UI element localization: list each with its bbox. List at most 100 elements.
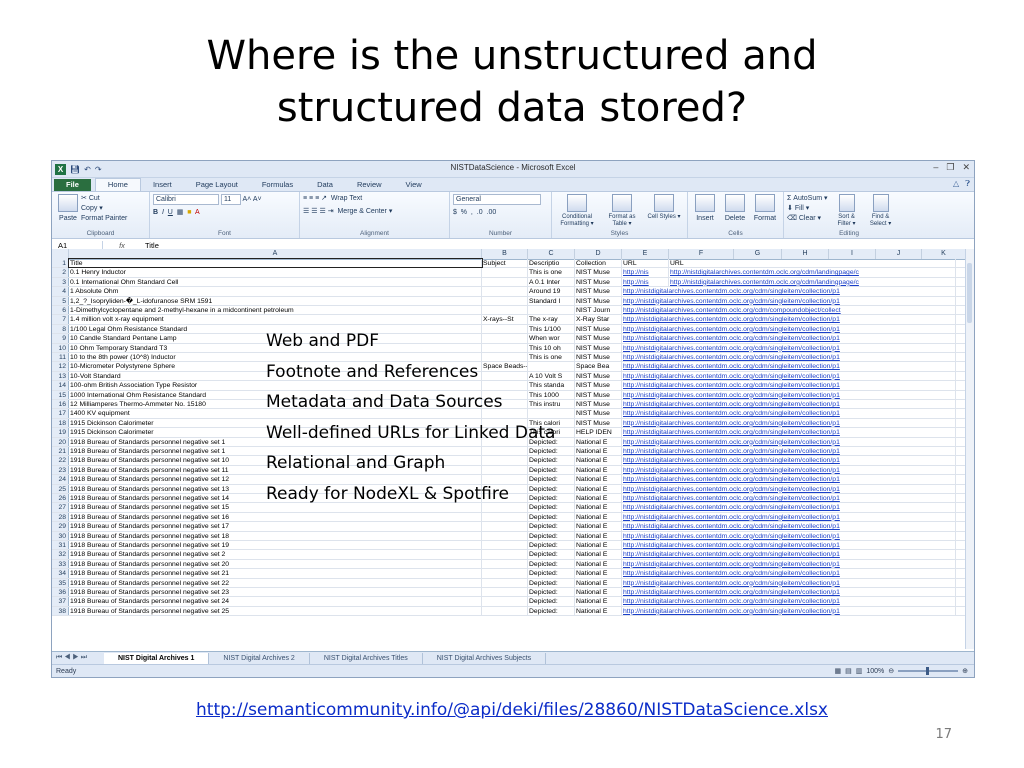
font-color-icon[interactable]: A bbox=[195, 209, 200, 216]
row-header[interactable]: 19 bbox=[52, 428, 69, 437]
table-cell[interactable]: 0.1 Henry Inductor bbox=[69, 268, 482, 277]
zoom-out-icon[interactable]: ⊖ bbox=[888, 667, 894, 675]
table-cell[interactable]: http://nistdigitalarchives.contentdm.ocl… bbox=[622, 334, 956, 343]
table-cell[interactable]: http://nistdigitalarchives.contentdm.ocl… bbox=[622, 362, 956, 371]
table-cell[interactable]: Depicted: bbox=[528, 559, 575, 569]
table-cell[interactable]: NIST Muse bbox=[575, 390, 622, 399]
align-top-icon[interactable]: ≡ bbox=[303, 195, 307, 202]
table-cell[interactable]: NIST Muse bbox=[575, 268, 622, 277]
table-cell[interactable]: X-Ray Star bbox=[575, 315, 622, 324]
row-header[interactable]: 37 bbox=[52, 597, 69, 606]
source-link[interactable]: http://semanticommunity.info/@api/deki/f… bbox=[0, 700, 1024, 720]
percent-icon[interactable]: % bbox=[461, 209, 467, 216]
table-cell[interactable]: Descriptio bbox=[528, 259, 575, 268]
font-name-select[interactable]: Calibri bbox=[153, 194, 219, 205]
row-header[interactable]: 11 bbox=[52, 353, 69, 362]
table-cell[interactable]: 1.4 million volt x-ray equipment bbox=[69, 315, 482, 324]
table-cell[interactable]: http://nis bbox=[622, 277, 669, 287]
table-cell[interactable]: This is one bbox=[528, 268, 575, 277]
table-cell[interactable]: 1918 Bureau of Standards personnel negat… bbox=[69, 569, 482, 578]
wrap-text-button[interactable]: Wrap Text bbox=[331, 195, 362, 202]
table-cell[interactable]: NIST Muse bbox=[575, 296, 622, 305]
table-cell[interactable] bbox=[482, 559, 528, 569]
table-cell[interactable]: http://nistdigitalarchives.contentdm.ocl… bbox=[622, 512, 956, 522]
table-cell[interactable]: http://nistdigitalarchives.contentdm.ocl… bbox=[622, 324, 956, 334]
autosum-button[interactable]: Σ AutoSum ▾ bbox=[787, 194, 828, 204]
row-header[interactable]: 35 bbox=[52, 578, 69, 587]
table-cell[interactable]: 1918 Bureau of Standards personnel negat… bbox=[69, 559, 482, 569]
table-cell[interactable]: Space Bea bbox=[575, 362, 622, 371]
tab-home[interactable]: Home bbox=[94, 178, 141, 191]
tab-view[interactable]: View bbox=[394, 179, 434, 191]
table-cell[interactable] bbox=[482, 277, 528, 287]
table-cell[interactable]: 0.1 International Ohm Standard Cell bbox=[69, 277, 482, 287]
row-header[interactable]: 13 bbox=[52, 371, 69, 381]
table-cell[interactable]: Depicted: bbox=[528, 597, 575, 606]
row-header[interactable]: 8 bbox=[52, 324, 69, 334]
row-header[interactable]: 26 bbox=[52, 494, 69, 503]
sheet-tab-3[interactable]: NIST Digital Archives Titles bbox=[310, 652, 423, 664]
table-cell[interactable]: National E bbox=[575, 559, 622, 569]
table-cell[interactable]: 1918 Bureau of Standards personnel negat… bbox=[69, 550, 482, 559]
row-header[interactable]: 27 bbox=[52, 503, 69, 512]
row-header[interactable]: 33 bbox=[52, 559, 69, 569]
row-header[interactable]: 14 bbox=[52, 381, 69, 390]
table-cell[interactable]: http://nistdigitalarchives.contentdm.ocl… bbox=[622, 588, 956, 597]
column-header-c[interactable]: C bbox=[528, 249, 575, 259]
table-cell[interactable]: NIST Muse bbox=[575, 334, 622, 343]
row-header[interactable]: 12 bbox=[52, 362, 69, 371]
column-header-e[interactable]: E bbox=[622, 249, 669, 259]
normal-view-icon[interactable]: ▦ bbox=[834, 667, 841, 675]
row-header[interactable]: 5 bbox=[52, 296, 69, 305]
zoom-in-icon[interactable]: ⊕ bbox=[962, 667, 968, 675]
table-cell[interactable]: Depicted: bbox=[528, 550, 575, 559]
table-cell[interactable]: National E bbox=[575, 456, 622, 465]
format-painter-button[interactable]: Format Painter bbox=[81, 214, 127, 224]
zoom-level[interactable]: 100% bbox=[866, 668, 884, 675]
tab-insert[interactable]: Insert bbox=[141, 179, 184, 191]
table-cell[interactable] bbox=[482, 522, 528, 531]
table-cell[interactable]: NIST Muse bbox=[575, 324, 622, 334]
table-cell[interactable]: http://nistdigitalarchives.contentdm.ocl… bbox=[622, 353, 956, 362]
table-cell[interactable]: http://nistdigitalarchives.contentdm.ocl… bbox=[622, 494, 956, 503]
sheet-nav-arrows-icon[interactable]: ⏮◀▶⏭ bbox=[52, 654, 104, 662]
paste-button[interactable]: Paste bbox=[55, 214, 81, 224]
table-cell[interactable]: http://nistdigitalarchives.contentdm.ocl… bbox=[669, 277, 956, 287]
table-cell[interactable]: A 0.1 Inter bbox=[528, 277, 575, 287]
column-header-k[interactable]: K bbox=[922, 249, 966, 259]
indent-icon[interactable]: ⇥ bbox=[328, 208, 334, 215]
row-header[interactable]: 30 bbox=[52, 531, 69, 540]
table-cell[interactable]: Depicted: bbox=[528, 531, 575, 540]
row-header[interactable]: 10 bbox=[52, 343, 69, 352]
table-cell[interactable]: http://nistdigitalarchives.contentdm.ocl… bbox=[622, 400, 956, 409]
table-cell[interactable]: 1,2_?_Isopryliden-�_L-idofuranose SRM 15… bbox=[69, 296, 482, 305]
table-cell[interactable]: Depicted: bbox=[528, 588, 575, 597]
table-cell[interactable] bbox=[482, 541, 528, 550]
align-middle-icon[interactable]: ≡ bbox=[309, 195, 313, 202]
row-header[interactable]: 17 bbox=[52, 409, 69, 418]
table-cell[interactable]: 1-Dimethylcyclopentane and 2-methyl-hexa… bbox=[69, 306, 482, 315]
page-layout-view-icon[interactable]: ▤ bbox=[845, 667, 852, 675]
table-cell[interactable] bbox=[482, 569, 528, 578]
table-cell[interactable]: http://nistdigitalarchives.contentdm.ocl… bbox=[622, 428, 956, 437]
row-header[interactable]: 4 bbox=[52, 287, 69, 296]
row-header[interactable]: 21 bbox=[52, 447, 69, 456]
table-cell[interactable]: http://nistdigitalarchives.contentdm.ocl… bbox=[622, 559, 956, 569]
vertical-scrollbar[interactable] bbox=[965, 249, 974, 649]
restore-icon[interactable]: ❒ bbox=[946, 162, 954, 173]
row-header[interactable]: 29 bbox=[52, 522, 69, 531]
table-cell[interactable]: http://nistdigitalarchives.contentdm.ocl… bbox=[622, 381, 956, 390]
row-header[interactable]: 28 bbox=[52, 512, 69, 522]
row-header[interactable]: 3 bbox=[52, 277, 69, 287]
column-header-g[interactable]: G bbox=[734, 249, 782, 259]
table-cell[interactable]: http://nis bbox=[622, 268, 669, 277]
align-center-icon[interactable]: ☰ bbox=[311, 208, 317, 215]
table-cell[interactable]: 1918 Bureau of Standards personnel negat… bbox=[69, 578, 482, 587]
row-header[interactable]: 22 bbox=[52, 456, 69, 465]
clear-button[interactable]: ⌫ Clear ▾ bbox=[787, 214, 828, 224]
column-header-b[interactable]: B bbox=[482, 249, 528, 259]
shrink-font-icon[interactable]: A˅ bbox=[253, 196, 262, 203]
increase-decimal-icon[interactable]: .0 bbox=[477, 209, 483, 216]
table-cell[interactable]: Depicted: bbox=[528, 541, 575, 550]
table-cell[interactable]: 1918 Bureau of Standards personnel negat… bbox=[69, 541, 482, 550]
